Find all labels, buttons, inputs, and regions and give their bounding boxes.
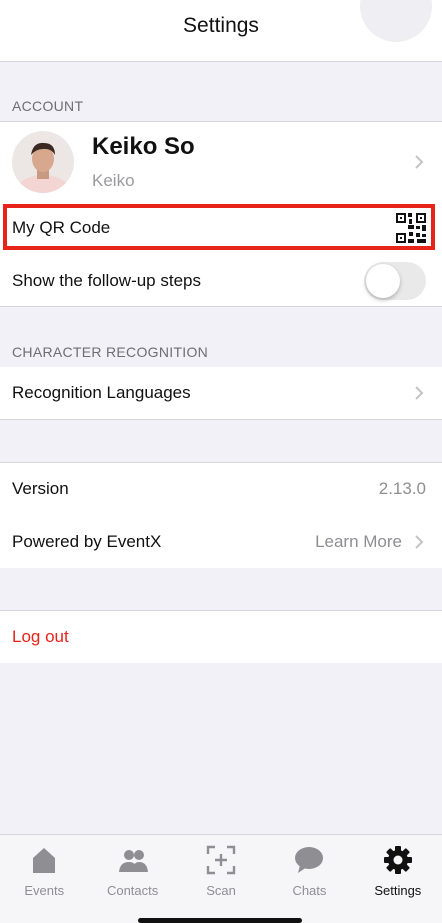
recognition-languages-row[interactable]: Recognition Languages [0,367,442,419]
profile-username: Keiko [92,171,135,190]
tab-label-chats: Chats [292,883,327,898]
profile-name: Keiko So [92,133,195,160]
qr-code-icon[interactable] [396,213,426,243]
tab-label-contacts: Contacts [106,883,159,898]
nav-header: Settings [0,0,442,62]
tab-settings[interactable]: Settings [354,835,442,923]
tab-scan[interactable]: Scan [177,835,265,923]
avatar [12,131,74,193]
logout-row[interactable]: Log out [0,611,442,663]
version-value: 2.13.0 [378,479,426,498]
chat-icon [295,847,324,873]
tab-label-events: Events [24,883,65,898]
section-header-character-recognition: CHARACTER RECOGNITION [12,344,209,360]
contacts-icon [118,850,148,872]
section-header-account: ACCOUNT [12,98,84,114]
decorative-bubble [360,0,432,42]
tab-label-settings: Settings [374,883,422,898]
followup-steps-toggle[interactable] [364,262,426,300]
tab-chats[interactable]: Chats [265,835,353,923]
tab-events[interactable]: Events [0,835,88,923]
followup-steps-row: Show the follow-up steps [0,256,442,306]
chevron-right-icon [415,535,424,549]
logout-button[interactable]: Log out [12,627,426,647]
tab-label-scan: Scan [206,883,236,898]
page-title: Settings [183,13,259,37]
gear-icon [383,846,412,874]
chevron-right-icon [415,155,424,169]
chevron-right-icon [415,386,424,400]
powered-by-label: Powered by EventX [12,532,162,551]
learn-more-link[interactable]: Learn More [315,532,402,552]
powered-by-row[interactable]: Powered by EventX Learn More [0,516,442,568]
version-label: Version [12,479,69,498]
scan-icon [206,845,236,875]
followup-steps-label: Show the follow-up steps [12,271,201,290]
tab-contacts[interactable]: Contacts [88,835,176,923]
home-indicator [138,918,302,923]
my-qr-code-label: My QR Code [12,218,111,237]
home-icon [33,848,56,873]
tab-bar: Events Contacts Scan Chats Settings [0,834,442,923]
recognition-languages-label: Recognition Languages [12,383,191,402]
profile-row[interactable]: Keiko So Keiko [0,122,442,202]
toggle-knob [366,264,400,298]
version-row: Version 2.13.0 [0,463,442,515]
my-qr-code-row[interactable]: My QR Code [0,205,442,251]
